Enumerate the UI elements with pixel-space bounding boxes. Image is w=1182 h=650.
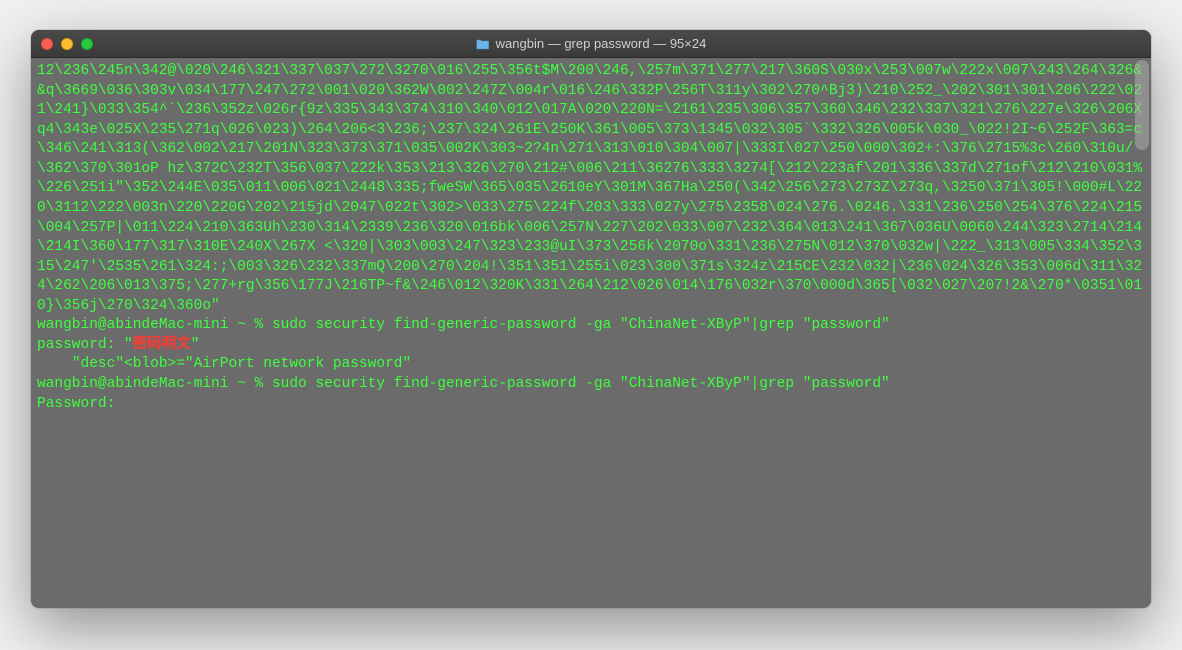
- window-title-container: wangbin — grep password — 95×24: [476, 36, 707, 51]
- terminal-body[interactable]: 12\236\245n\342@\020\246\321\337\037\272…: [31, 58, 1151, 608]
- window-title: wangbin — grep password — 95×24: [496, 36, 707, 51]
- prompt-user-2: wangbin@abindeMac-mini ~ %: [37, 376, 272, 392]
- desc-line: "desc"<blob>="AirPort network password": [37, 355, 1145, 375]
- close-button[interactable]: [41, 38, 53, 50]
- maximize-button[interactable]: [81, 38, 93, 50]
- terminal-window: wangbin — grep password — 95×24 12\236\2…: [31, 30, 1151, 608]
- prompt-user: wangbin@abindeMac-mini ~ %: [37, 317, 272, 333]
- title-bar[interactable]: wangbin — grep password — 95×24: [31, 30, 1151, 58]
- folder-icon: [476, 38, 490, 50]
- password-quote-close: ": [191, 337, 200, 353]
- password-plaintext: 密码明文: [133, 337, 191, 353]
- binary-output: 12\236\245n\342@\020\246\321\337\037\272…: [37, 62, 1145, 316]
- password-label: password: ": [37, 337, 133, 353]
- scrollbar-track[interactable]: [1135, 60, 1149, 606]
- command-2: sudo security find-generic-password -ga …: [272, 376, 890, 392]
- prompt-line-1: wangbin@abindeMac-mini ~ % sudo security…: [37, 316, 1145, 336]
- password-output-line: password: "密码明文": [37, 336, 1145, 356]
- scrollbar-thumb[interactable]: [1135, 60, 1149, 150]
- command-1: sudo security find-generic-password -ga …: [272, 317, 890, 333]
- sudo-password-prompt: Password:: [37, 395, 1145, 415]
- traffic-lights: [41, 38, 93, 50]
- minimize-button[interactable]: [61, 38, 73, 50]
- prompt-line-2: wangbin@abindeMac-mini ~ % sudo security…: [37, 375, 1145, 395]
